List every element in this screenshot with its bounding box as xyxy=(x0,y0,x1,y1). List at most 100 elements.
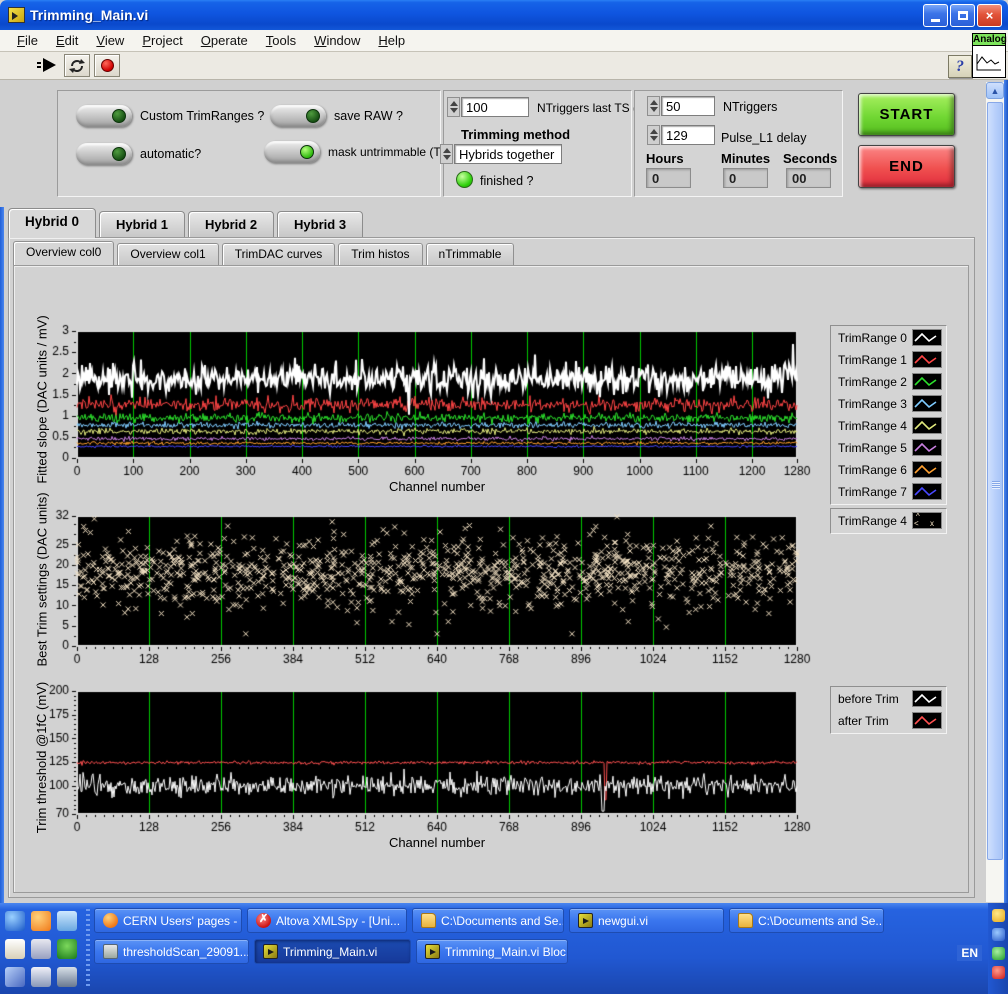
close-button[interactable]: × xyxy=(977,3,1002,27)
taskbar-button[interactable]: CERN Users' pages - ... xyxy=(94,908,242,933)
tray-red-icon[interactable] xyxy=(991,966,1005,979)
analog-palette[interactable]: Analog xyxy=(972,33,1007,78)
subtab-trim-histos[interactable]: Trim histos xyxy=(338,243,423,265)
legend-item[interactable]: before Trim xyxy=(831,688,946,710)
trimming-method-dropdown[interactable]: Hybrids together xyxy=(454,144,562,164)
pulse-l1-delay-field[interactable]: 129 xyxy=(661,125,715,145)
pulse-l1-delay-spinner[interactable] xyxy=(647,125,660,145)
menu-operate[interactable]: Operate xyxy=(192,31,257,50)
ntriggers-spinner[interactable] xyxy=(647,96,660,116)
trigger-cluster: 50 NTriggers 129 Pulse_L1 delay Hours Mi… xyxy=(634,90,843,197)
save-raw-toggle[interactable] xyxy=(270,105,326,127)
remote-desktop-icon[interactable] xyxy=(31,939,51,959)
waveform-icon xyxy=(972,46,1006,78)
menu-window[interactable]: Window xyxy=(305,31,369,50)
trim-threshold-ylabel: Trim threshold @1fC (mV) xyxy=(34,681,50,834)
subtab-trimdac-curves[interactable]: TrimDAC curves xyxy=(221,243,336,265)
legend-label: TrimRange 1 xyxy=(838,353,907,367)
tab-hybrid-2[interactable]: Hybrid 2 xyxy=(188,211,275,238)
menu-project[interactable]: Project xyxy=(133,31,191,50)
labview-icon xyxy=(425,944,440,959)
vertical-scrollbar[interactable]: ▲ xyxy=(986,82,1004,902)
abort-button[interactable] xyxy=(94,54,120,77)
legend-item[interactable]: TrimRange 2 xyxy=(831,371,946,393)
menu-file[interactable]: File xyxy=(8,31,47,50)
ntriggers-last-ts-spinner[interactable] xyxy=(447,97,460,117)
hours-field: 0 xyxy=(646,168,691,188)
notepad-icon[interactable] xyxy=(5,939,25,959)
end-button[interactable]: END xyxy=(858,145,955,188)
taskbar-button[interactable]: thresholdScan_29091... xyxy=(94,939,249,964)
custom-trimranges-toggle[interactable] xyxy=(76,105,132,127)
view-tabs: Overview col0 Overview col1 TrimDAC curves… xyxy=(13,241,515,265)
legend-item[interactable]: after Trim xyxy=(831,710,946,732)
taskbar-button[interactable]: Trimming_Main.vi xyxy=(254,939,411,964)
legend-line-swatch xyxy=(912,351,942,368)
taskbar-button[interactable]: Trimming_Main.vi Bloc... xyxy=(416,939,568,964)
computer-security-icon[interactable] xyxy=(57,967,77,987)
internet-icon[interactable] xyxy=(5,911,25,931)
maximize-button[interactable] xyxy=(950,3,975,27)
ntriggers-field[interactable]: 50 xyxy=(661,96,715,116)
legend-item[interactable]: TrimRange 1 xyxy=(831,349,946,371)
run-continuous-button[interactable] xyxy=(64,54,90,77)
taskbar-button[interactable]: C:\Documents and Se... xyxy=(729,908,884,933)
help-button[interactable]: ? xyxy=(948,55,972,78)
firefox-icon[interactable] xyxy=(31,911,51,931)
taskbar-button[interactable]: C:\Documents and Se... xyxy=(412,908,564,933)
language-indicator[interactable]: EN xyxy=(957,945,982,961)
trim-threshold-xlabel: Channel number xyxy=(388,835,486,850)
tab-hybrid-0[interactable]: Hybrid 0 xyxy=(8,208,97,238)
legend-label: TrimRange 4 xyxy=(838,419,907,433)
legend-item[interactable]: TrimRange 5 xyxy=(831,437,946,459)
legend-line-swatch xyxy=(912,690,942,707)
best-trim-legend: TrimRange 4 ^ < x xyxy=(830,508,947,534)
legend-item[interactable]: TrimRange 7 xyxy=(831,481,946,503)
ntriggers-label: NTriggers xyxy=(723,100,778,114)
titlebar: Trimming_Main.vi × xyxy=(0,0,1008,30)
legend-item[interactable]: TrimRange 6 xyxy=(831,459,946,481)
legend-item[interactable]: TrimRange 4 ^ < x xyxy=(831,510,946,532)
legend-item[interactable]: TrimRange 0 xyxy=(831,327,946,349)
scroll-up-icon[interactable]: ▲ xyxy=(986,82,1004,99)
display-icon[interactable] xyxy=(57,911,77,931)
computer-doc-icon[interactable] xyxy=(31,967,51,987)
taskbar-separator xyxy=(86,909,90,988)
tray-green-icon[interactable] xyxy=(991,947,1005,960)
trimming-method-spinner[interactable] xyxy=(440,144,453,164)
root-tree-icon[interactable] xyxy=(57,939,77,959)
scrollbar-thumb[interactable] xyxy=(987,102,1003,860)
ntriggers-last-ts-field[interactable]: 100 xyxy=(461,97,529,117)
system-tray xyxy=(988,903,1008,994)
legend-item[interactable]: TrimRange 3 xyxy=(831,393,946,415)
legend-line-swatch xyxy=(912,395,942,412)
network-places-icon[interactable] xyxy=(5,967,25,987)
minimize-button[interactable] xyxy=(923,3,948,27)
mask-untrimmable-toggle[interactable] xyxy=(264,141,320,163)
run-icon[interactable] xyxy=(36,55,60,75)
menu-help[interactable]: Help xyxy=(369,31,414,50)
minutes-field: 0 xyxy=(723,168,768,188)
lv-toolbar xyxy=(0,52,1008,80)
start-button[interactable]: START xyxy=(858,93,955,136)
menu-edit[interactable]: Edit xyxy=(47,31,87,50)
taskbar-button[interactable]: newgui.vi xyxy=(569,908,724,933)
tab-hybrid-1[interactable]: Hybrid 1 xyxy=(99,211,186,238)
tray-star-icon[interactable] xyxy=(991,909,1005,922)
tray-blue-icon[interactable] xyxy=(991,928,1005,941)
trimming-method-label: Trimming method xyxy=(461,127,571,142)
legend-label: TrimRange 4 xyxy=(838,514,907,528)
taskbar-button[interactable]: Altova XMLSpy - [Uni... xyxy=(247,908,407,933)
best-trim-graph: Best Trim settings (DAC units) xyxy=(35,492,822,676)
automatic-toggle[interactable] xyxy=(76,143,132,165)
menu-view[interactable]: View xyxy=(87,31,133,50)
legend-item[interactable]: TrimRange 4 xyxy=(831,415,946,437)
tab-hybrid-3[interactable]: Hybrid 3 xyxy=(277,211,364,238)
subtab-ntrimmable[interactable]: nTrimmable xyxy=(425,243,515,265)
quick-launch xyxy=(2,907,84,991)
subtab-overview-col1[interactable]: Overview col1 xyxy=(117,243,219,265)
subtab-overview-col0[interactable]: Overview col0 xyxy=(13,241,115,265)
analog-palette-label: Analog xyxy=(972,33,1007,46)
menu-tools[interactable]: Tools xyxy=(257,31,305,50)
legend-label: after Trim xyxy=(838,714,889,728)
